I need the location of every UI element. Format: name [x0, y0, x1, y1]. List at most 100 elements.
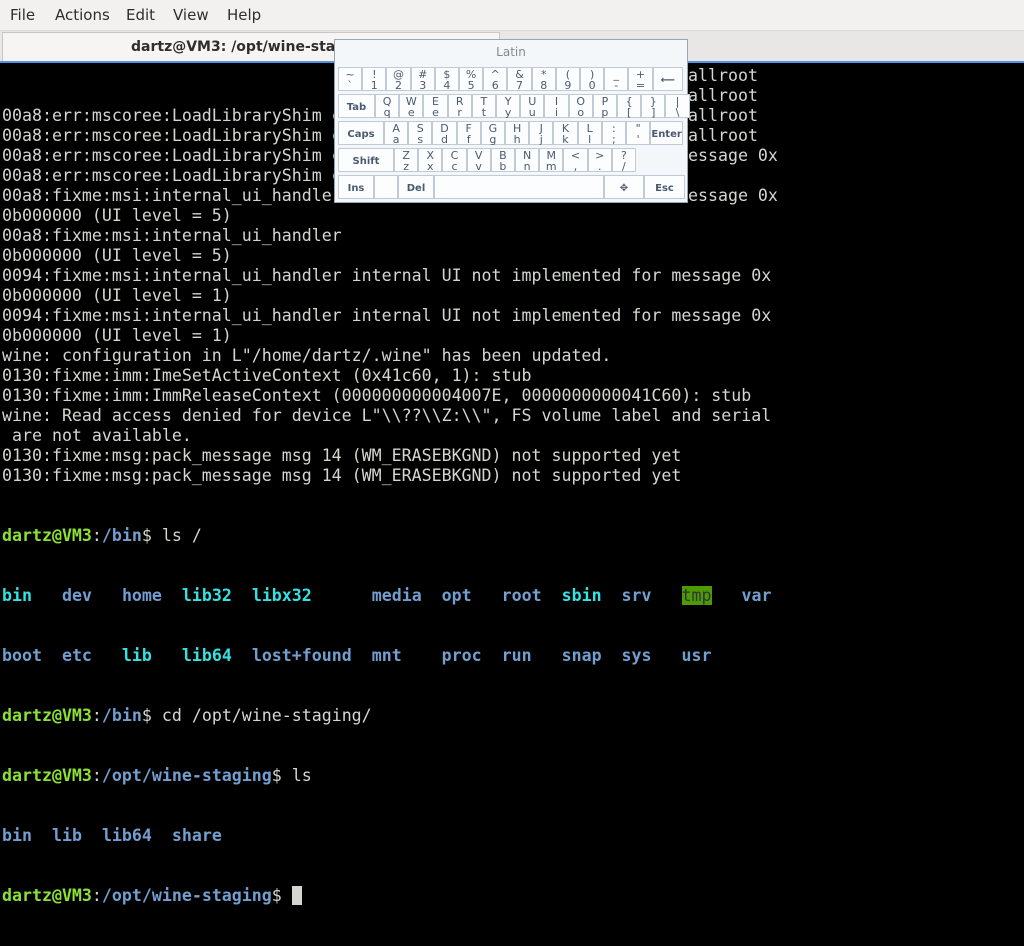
key[interactable]: ) 0	[580, 67, 605, 92]
menu-actions[interactable]: Actions	[55, 6, 110, 24]
key[interactable]: Zz	[394, 148, 419, 173]
move-keyboard-icon[interactable]: ✥	[604, 175, 644, 199]
menu-file[interactable]: File	[10, 6, 35, 24]
keyboard-layout-title: Latin	[496, 45, 526, 59]
log-line-tail: essage 0x	[688, 186, 778, 205]
esc-key[interactable]: Esc	[644, 175, 685, 199]
key[interactable]: Dd	[432, 121, 457, 146]
key-lower: o	[577, 106, 585, 119]
key[interactable]: $4	[434, 67, 459, 92]
modifier-key[interactable]	[374, 175, 398, 199]
shift-key-label: Shift	[352, 156, 380, 167]
key-lower: a	[392, 133, 400, 146]
caps-lock-key[interactable]: Caps	[338, 121, 384, 145]
ls-entry: bin	[2, 826, 32, 845]
key-lower: ]	[651, 106, 656, 119]
ins-key[interactable]: Ins	[338, 175, 374, 199]
esc-key-label: Esc	[655, 183, 674, 194]
ls-entry: sys	[621, 646, 652, 665]
key[interactable]: Bb	[490, 148, 515, 173]
ls-entry: home	[121, 586, 162, 605]
key-lower: 4	[443, 79, 451, 92]
log-line: wine: configuration in L"/home/dartz/.wi…	[2, 346, 612, 365]
key-lower: 0	[588, 79, 596, 92]
prompt-line: dartz@VM3:/bin$ ls /	[2, 526, 771, 546]
log-line: 00a8:fixme:msi:internal_ui_handler	[2, 226, 342, 245]
log-line: 0b000000 (UI level = 5)	[2, 206, 232, 225]
key[interactable]: Xx	[418, 148, 443, 173]
key[interactable]: Yy	[496, 94, 521, 119]
key[interactable]: Jj	[529, 121, 554, 146]
key-lower: v	[475, 160, 482, 173]
key[interactable]: Uu	[520, 94, 545, 119]
key[interactable]: Mm	[539, 148, 564, 173]
key[interactable]: " '	[626, 121, 651, 146]
key[interactable]: | \	[665, 94, 690, 119]
key[interactable]: Ff	[456, 121, 481, 146]
key[interactable]: _ -	[604, 67, 629, 92]
prompt-separator: :	[91, 526, 102, 545]
key[interactable]: #3	[410, 67, 435, 92]
key-lower: 8	[540, 79, 548, 92]
menu-help[interactable]: Help	[227, 6, 261, 24]
shift-key[interactable]: Shift	[338, 148, 394, 172]
key[interactable]: :;	[601, 121, 626, 146]
key[interactable]: Kk	[553, 121, 578, 146]
key-lower: p	[601, 106, 609, 119]
key[interactable]: {[	[617, 94, 642, 119]
key[interactable]: % 5	[459, 67, 484, 92]
key[interactable]: ? /	[611, 148, 636, 173]
key-lower: e	[432, 106, 439, 119]
prompt-path: /opt/wine-staging	[101, 886, 272, 905]
space-key[interactable]	[434, 175, 604, 199]
log-line: 0130:fixme:imm:ImmReleaseContext (000000…	[2, 386, 752, 405]
key[interactable]: Oo	[568, 94, 593, 119]
key[interactable]: We	[399, 94, 424, 119]
key[interactable]: Gg	[480, 121, 505, 146]
key[interactable]: Ii	[544, 94, 569, 119]
key[interactable]: }]	[641, 94, 666, 119]
key[interactable]: Qq	[375, 94, 400, 119]
key[interactable]: & 7	[507, 67, 532, 92]
key[interactable]: Ee	[423, 94, 448, 119]
key[interactable]: Hh	[505, 121, 530, 146]
key[interactable]: Ll	[577, 121, 602, 146]
key[interactable]: Nn	[515, 148, 540, 173]
del-key[interactable]: Del	[398, 175, 434, 199]
key-lower: z	[403, 160, 409, 173]
key-lower: 3	[419, 79, 427, 92]
key[interactable]: + =	[628, 67, 653, 92]
key[interactable]: (9	[555, 67, 580, 92]
key[interactable]: ~ `	[338, 67, 363, 92]
key[interactable]: * 8	[531, 67, 556, 92]
on-screen-keyboard[interactable]: Latin ~ `! 1 @2 #3 $4% 5 ^ 6 & 7 * 8(9) 0 _ - + = ⟵ Tab Qq We…	[334, 39, 690, 203]
key[interactable]: Cc	[442, 148, 467, 173]
prompt-user: dartz@VM3	[2, 886, 92, 905]
key[interactable]: Rr	[447, 94, 472, 119]
prompt-line: dartz@VM3:/opt/wine-staging$	[2, 886, 771, 906]
key-lower: t	[481, 106, 487, 119]
key[interactable]: Pp	[592, 94, 617, 119]
key[interactable]: ^ 6	[483, 67, 508, 92]
key[interactable]: >.	[587, 148, 612, 173]
ls-output-row: bin lib lib64 share	[2, 826, 771, 846]
key[interactable]: Tt	[471, 94, 496, 119]
key[interactable]: @2	[386, 67, 411, 92]
key[interactable]: Ss	[408, 121, 433, 146]
menu-edit[interactable]: Edit	[126, 6, 155, 24]
key[interactable]: Aa	[384, 121, 409, 146]
key[interactable]: <,	[563, 148, 588, 173]
log-line: wine: Read access denied for device L"\\…	[2, 406, 772, 425]
prompt-path: /opt/wine-staging	[101, 766, 272, 785]
key-lower: u	[528, 106, 536, 119]
backspace-key[interactable]: ⟵	[652, 67, 683, 91]
key-lower: 2	[394, 79, 402, 92]
menu-view[interactable]: View	[173, 6, 209, 24]
key-lower: j	[539, 133, 543, 146]
key[interactable]: Vv	[466, 148, 491, 173]
tab-key[interactable]: Tab	[338, 94, 375, 118]
enter-key[interactable]: Enter	[650, 121, 683, 145]
log-line: 0b000000 (UI level = 1)	[2, 286, 232, 305]
log-line: 0130:fixme:imm:ImeSetActiveContext (0x41…	[2, 366, 532, 385]
key[interactable]: ! 1	[362, 67, 387, 92]
